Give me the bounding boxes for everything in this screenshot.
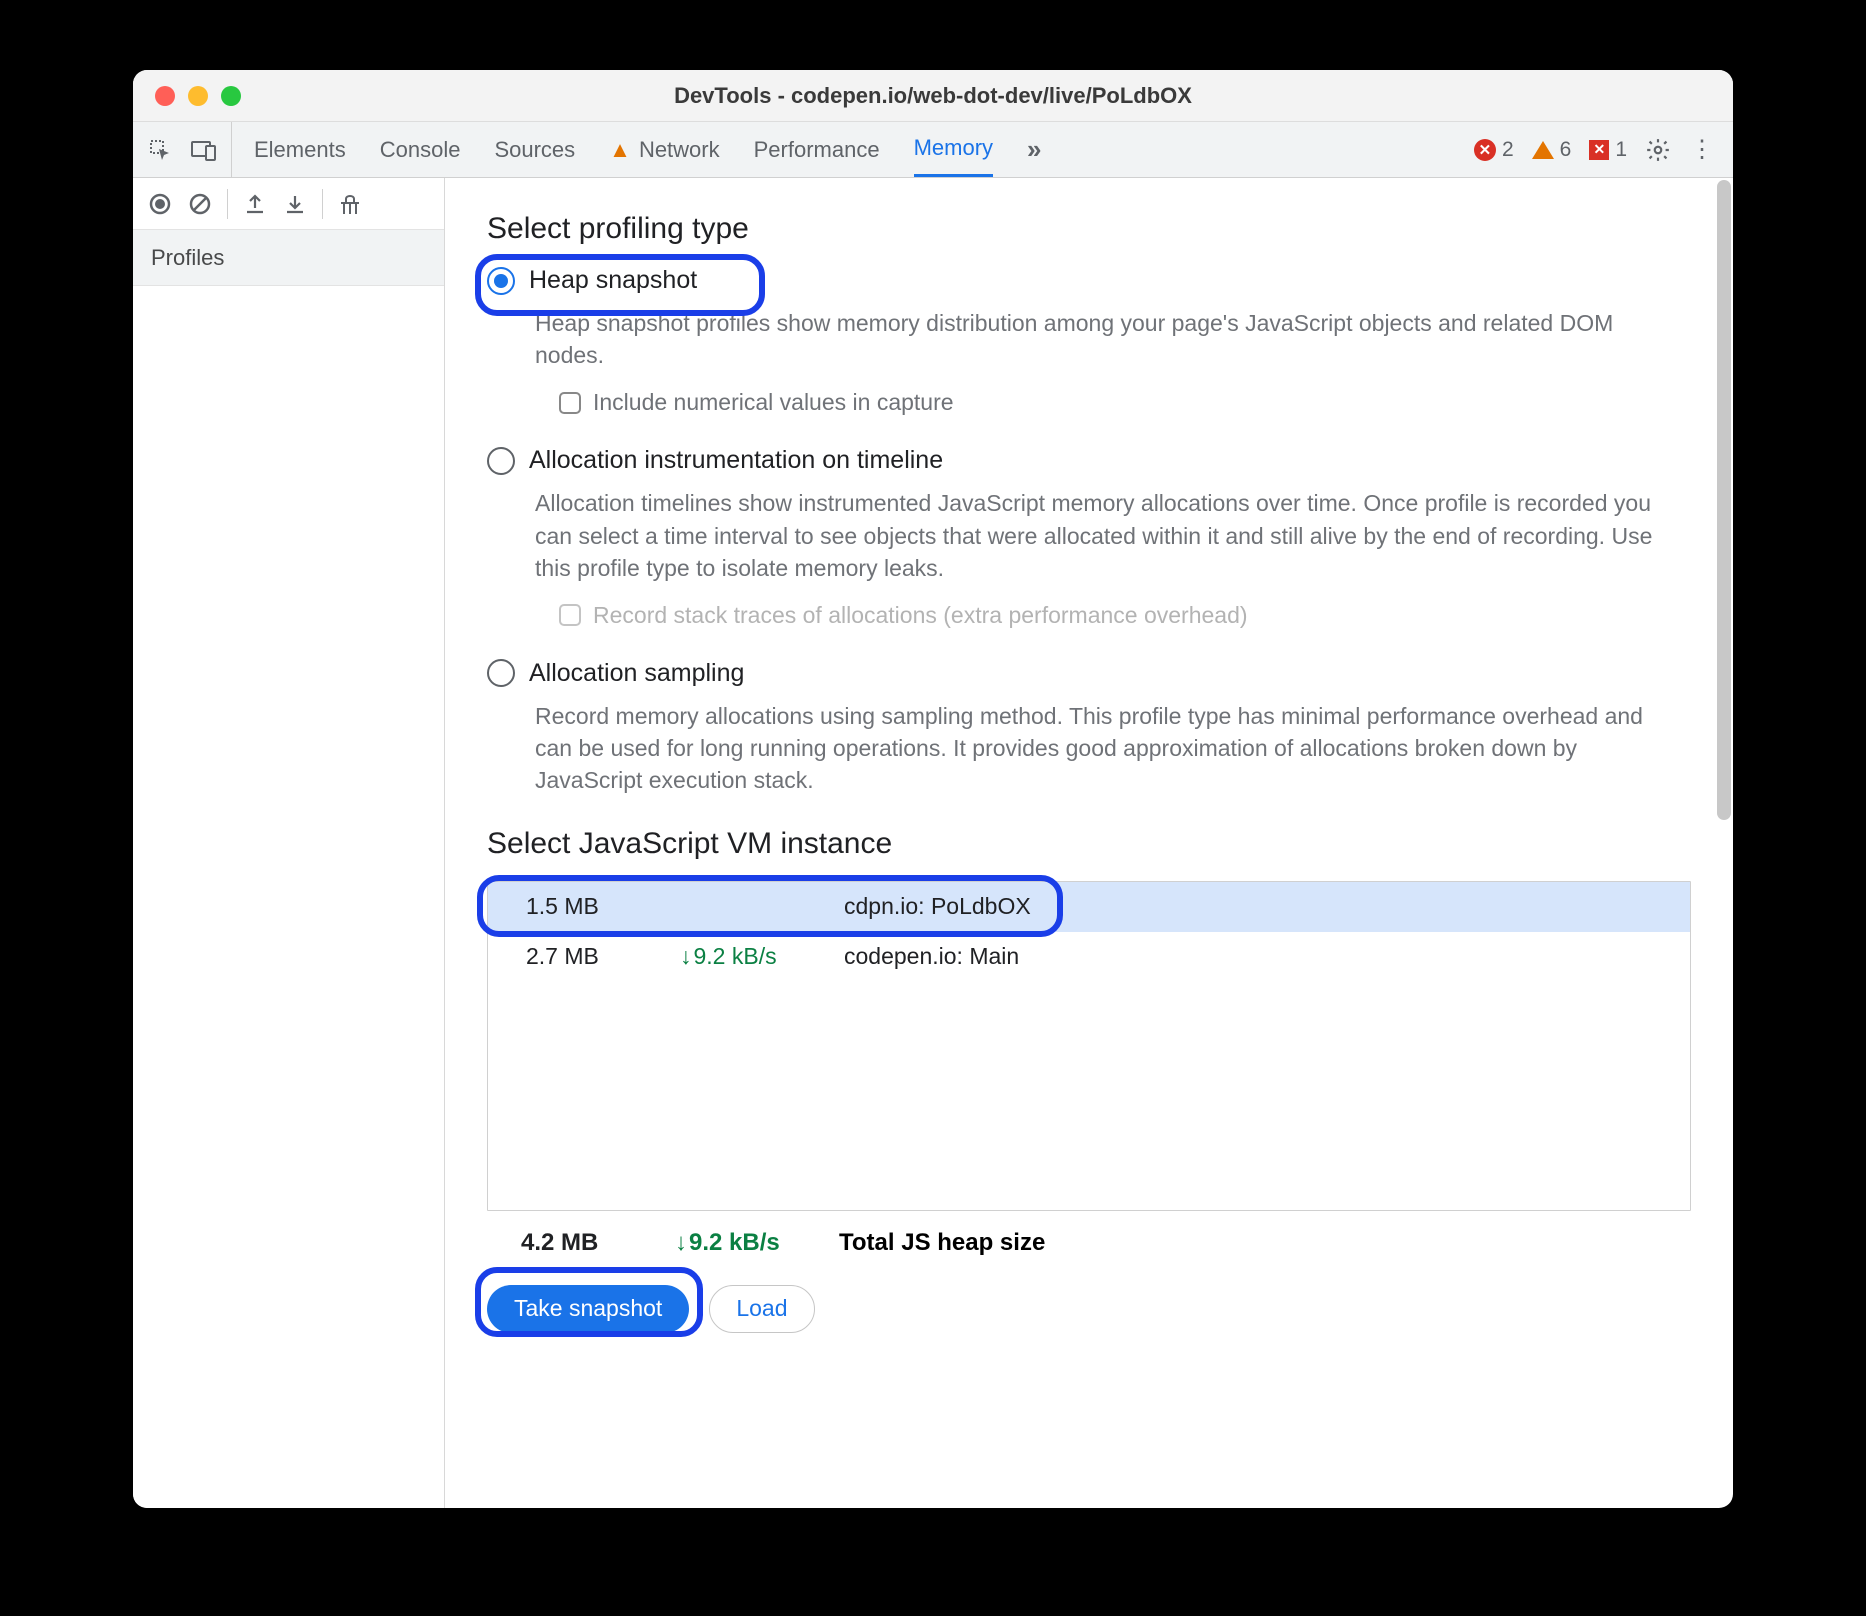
option-label: Heap snapshot bbox=[529, 266, 697, 295]
profiles-toolbar bbox=[133, 178, 444, 230]
total-size: 4.2 MB bbox=[521, 1229, 675, 1257]
tab-console[interactable]: Console bbox=[380, 122, 461, 177]
option-label: Allocation instrumentation on timeline bbox=[529, 446, 943, 475]
arrow-down-icon: ↓ bbox=[675, 1229, 687, 1257]
tab-sources[interactable]: Sources bbox=[494, 122, 575, 177]
panel-tabs: Elements Console Sources ▲ Network Perfo… bbox=[232, 122, 1474, 177]
radio-icon bbox=[487, 447, 515, 475]
vm-row[interactable]: 2.7 MB ↓ 9.2 kB/s codepen.io: Main bbox=[488, 932, 1690, 982]
radio-heap-snapshot[interactable]: Heap snapshot bbox=[487, 266, 1691, 295]
window-title: DevTools - codepen.io/web-dot-dev/live/P… bbox=[133, 83, 1733, 109]
devtools-window: DevTools - codepen.io/web-dot-dev/live/P… bbox=[133, 70, 1733, 1508]
sidebar: Profiles bbox=[133, 178, 445, 1508]
collect-garbage-icon[interactable] bbox=[337, 191, 363, 217]
radio-allocation-timeline[interactable]: Allocation instrumentation on timeline bbox=[487, 446, 1691, 475]
record-stack-traces-checkbox: Record stack traces of allocations (extr… bbox=[559, 602, 1691, 629]
tab-performance[interactable]: Performance bbox=[754, 122, 880, 177]
vm-size: 2.7 MB bbox=[526, 943, 680, 970]
take-snapshot-button[interactable]: Take snapshot bbox=[487, 1285, 689, 1333]
vm-rate: ↓ 9.2 kB/s bbox=[680, 943, 844, 970]
checkbox-icon bbox=[559, 604, 581, 626]
titlebar: DevTools - codepen.io/web-dot-dev/live/P… bbox=[133, 70, 1733, 122]
vm-instance-heading: Select JavaScript VM instance bbox=[487, 827, 1691, 861]
vm-name: codepen.io: Main bbox=[844, 943, 1019, 970]
main-content: Select profiling type Heap snapshot Heap… bbox=[445, 178, 1733, 1508]
include-numerical-checkbox[interactable]: Include numerical values in capture bbox=[559, 389, 1691, 416]
tab-network[interactable]: ▲ Network bbox=[609, 122, 719, 177]
radio-icon bbox=[487, 659, 515, 687]
option-label: Allocation sampling bbox=[529, 659, 744, 688]
total-label: Total JS heap size bbox=[839, 1229, 1045, 1257]
option-desc: Record memory allocations using sampling… bbox=[535, 700, 1655, 797]
status-badges: ✕ 2 6 ✕ 1 ⋮ bbox=[1474, 122, 1733, 177]
inspect-tools bbox=[133, 122, 232, 177]
vm-instance-list: 1.5 MB cdpn.io: PoLdbOX 2.7 MB ↓ 9.2 kB/… bbox=[487, 881, 1691, 1211]
vm-name: cdpn.io: PoLdbOX bbox=[844, 893, 1031, 920]
warning-icon bbox=[1532, 141, 1554, 159]
settings-icon[interactable] bbox=[1645, 137, 1671, 163]
arrow-down-icon: ↓ bbox=[680, 943, 692, 970]
tab-elements[interactable]: Elements bbox=[254, 122, 346, 177]
vm-row[interactable]: 1.5 MB cdpn.io: PoLdbOX bbox=[488, 882, 1690, 932]
option-heap-snapshot: Heap snapshot Heap snapshot profiles sho… bbox=[487, 266, 1691, 416]
radio-allocation-sampling[interactable]: Allocation sampling bbox=[487, 659, 1691, 688]
errors-badge[interactable]: ✕ 2 bbox=[1474, 138, 1514, 162]
more-tabs-button[interactable]: » bbox=[1027, 122, 1041, 177]
profiling-type-heading: Select profiling type bbox=[487, 212, 1691, 246]
option-allocation-sampling: Allocation sampling Record memory alloca… bbox=[487, 659, 1691, 797]
kebab-menu-icon[interactable]: ⋮ bbox=[1689, 137, 1715, 163]
upload-icon[interactable] bbox=[242, 191, 268, 217]
panel-body: Profiles Select profiling type Heap snap… bbox=[133, 178, 1733, 1508]
warnings-badge[interactable]: 6 bbox=[1532, 138, 1572, 162]
tab-memory[interactable]: Memory bbox=[914, 122, 993, 177]
vm-size: 1.5 MB bbox=[526, 893, 680, 920]
option-desc: Allocation timelines show instrumented J… bbox=[535, 487, 1655, 584]
download-icon[interactable] bbox=[282, 191, 308, 217]
load-button[interactable]: Load bbox=[709, 1285, 814, 1333]
issue-icon: ✕ bbox=[1589, 140, 1609, 160]
option-allocation-timeline: Allocation instrumentation on timeline A… bbox=[487, 446, 1691, 629]
warning-icon: ▲ bbox=[609, 137, 631, 163]
clear-icon[interactable] bbox=[187, 191, 213, 217]
inspect-element-icon[interactable] bbox=[147, 137, 173, 163]
radio-icon bbox=[487, 267, 515, 295]
total-rate: ↓ 9.2 kB/s bbox=[675, 1229, 839, 1257]
vertical-scrollbar[interactable] bbox=[1717, 180, 1731, 820]
panel-tabbar: Elements Console Sources ▲ Network Perfo… bbox=[133, 122, 1733, 178]
record-icon[interactable] bbox=[147, 191, 173, 217]
device-toolbar-icon[interactable] bbox=[191, 137, 217, 163]
issues-badge[interactable]: ✕ 1 bbox=[1589, 138, 1627, 162]
profiles-header: Profiles bbox=[133, 230, 444, 286]
vm-totals: 4.2 MB ↓ 9.2 kB/s Total JS heap size bbox=[487, 1229, 1691, 1257]
checkbox-icon bbox=[559, 392, 581, 414]
action-buttons: Take snapshot Load bbox=[487, 1277, 1691, 1341]
option-desc: Heap snapshot profiles show memory distr… bbox=[535, 307, 1655, 371]
error-icon: ✕ bbox=[1474, 139, 1496, 161]
